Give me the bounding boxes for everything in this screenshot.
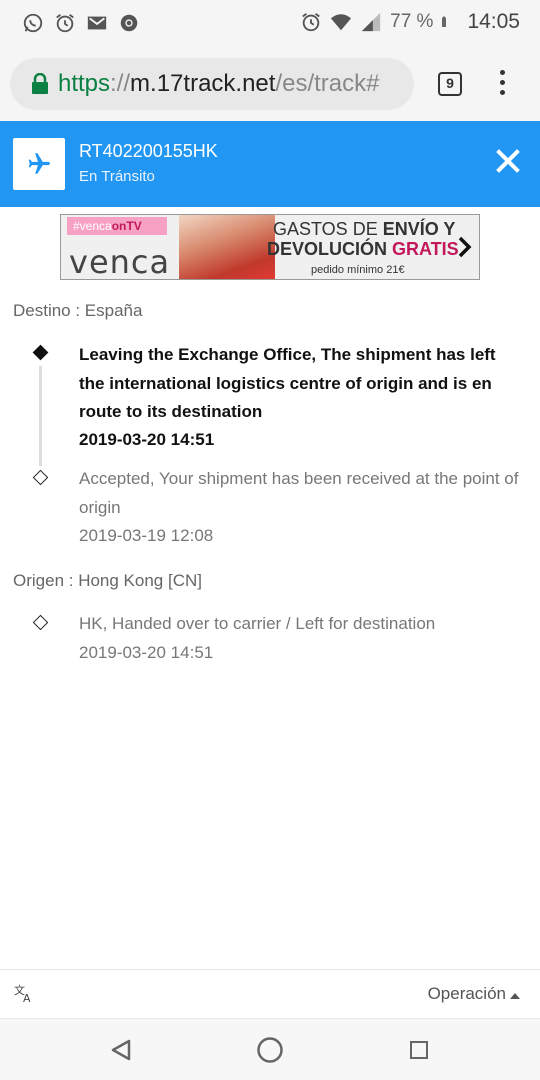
browser-toolbar: https://m.17track.net/es/track# 9 [0,48,540,121]
address-bar[interactable]: https://m.17track.net/es/track# [10,58,414,110]
system-icons: 77 % 14:05 [300,10,520,34]
ad-tag-brand: #venca [73,219,112,233]
chrome-icon [120,14,138,32]
wifi-icon [331,14,352,31]
ad-tag: #vencaonTV [67,217,167,235]
home-icon[interactable] [256,1036,284,1064]
airplane-icon [28,153,50,174]
url-host: m.17track.net [130,70,276,97]
tracking-status: En Tránsito [79,168,155,185]
ad-headline-1-prefix: GASTOS DE [273,219,383,239]
event-date: 2019-03-20 14:51 [79,643,214,662]
lock-icon [32,73,48,94]
signal-icon [361,12,381,32]
origin-label: Origen : Hong Kong [CN] [13,571,202,590]
ad-banner[interactable]: #vencaonTV venca GASTOS DE ENVÍO Y DEVOL… [60,214,480,280]
event-description: Accepted, Your shipment has been receive… [79,469,519,517]
translate-icon[interactable]: 文A [14,983,34,1003]
timeline-marker-current [32,344,49,361]
ad-headline-2: DEVOLUCIÓN GRATIS [267,239,459,260]
recent-apps-icon[interactable] [410,1041,428,1059]
ad-headline-2-prefix: DEVOLUCIÓN [267,239,393,259]
status-bar: 77 % 14:05 [0,0,540,48]
carrier-badge [13,138,65,190]
notification-icons [22,12,140,34]
chevron-right-icon [458,236,472,258]
destination-label: Destino : España [13,301,143,320]
operation-bar: 文A Operación [0,969,540,1018]
event-date: 2019-03-19 12:08 [79,526,214,545]
svg-text:A: A [23,992,31,1003]
alarm-icon [56,14,74,33]
ad-headline-1: GASTOS DE ENVÍO Y [273,219,455,240]
navigation-bar [0,1018,540,1080]
timeline-marker [32,469,49,486]
alarm-icon [302,13,320,32]
timeline-marker [32,614,49,631]
event-date: 2019-03-20 14:51 [79,430,215,449]
ad-fineprint: pedido mínimo 21€ [311,264,405,276]
battery-percent: 77 % [390,11,434,32]
tracking-number: RT402200155HK [79,141,218,161]
event-description: Leaving the Exchange Office, The shipmen… [79,345,496,421]
operation-menu-button[interactable]: Operación [428,984,506,1004]
ad-headline-1-bold: ENVÍO Y [382,219,456,239]
close-icon[interactable] [494,147,522,175]
ad-headline-2-highlight: GRATIS [392,239,459,259]
tracking-header: RT402200155HK En Tránsito [0,121,540,207]
battery-icon [442,16,447,27]
overflow-menu-button[interactable] [494,70,510,100]
url-text: https://m.17track.net/es/track# [58,70,380,98]
url-path: /es/track# [275,70,380,97]
ad-tag-suffix: onTV [111,219,142,233]
timeline-line [39,366,42,466]
url-scheme: https [58,70,111,97]
ad-brand-logo: venca [69,243,171,280]
clock: 14:05 [467,10,520,33]
caret-up-icon [510,993,520,999]
ad-model-photo [179,215,275,279]
back-icon[interactable] [110,1038,132,1062]
tab-switcher-button[interactable]: 9 [438,72,462,96]
gmail-icon [87,16,107,30]
url-separator: :// [110,70,131,97]
event-description: HK, Handed over to carrier / Left for de… [79,614,436,633]
whatsapp-icon [23,13,43,33]
